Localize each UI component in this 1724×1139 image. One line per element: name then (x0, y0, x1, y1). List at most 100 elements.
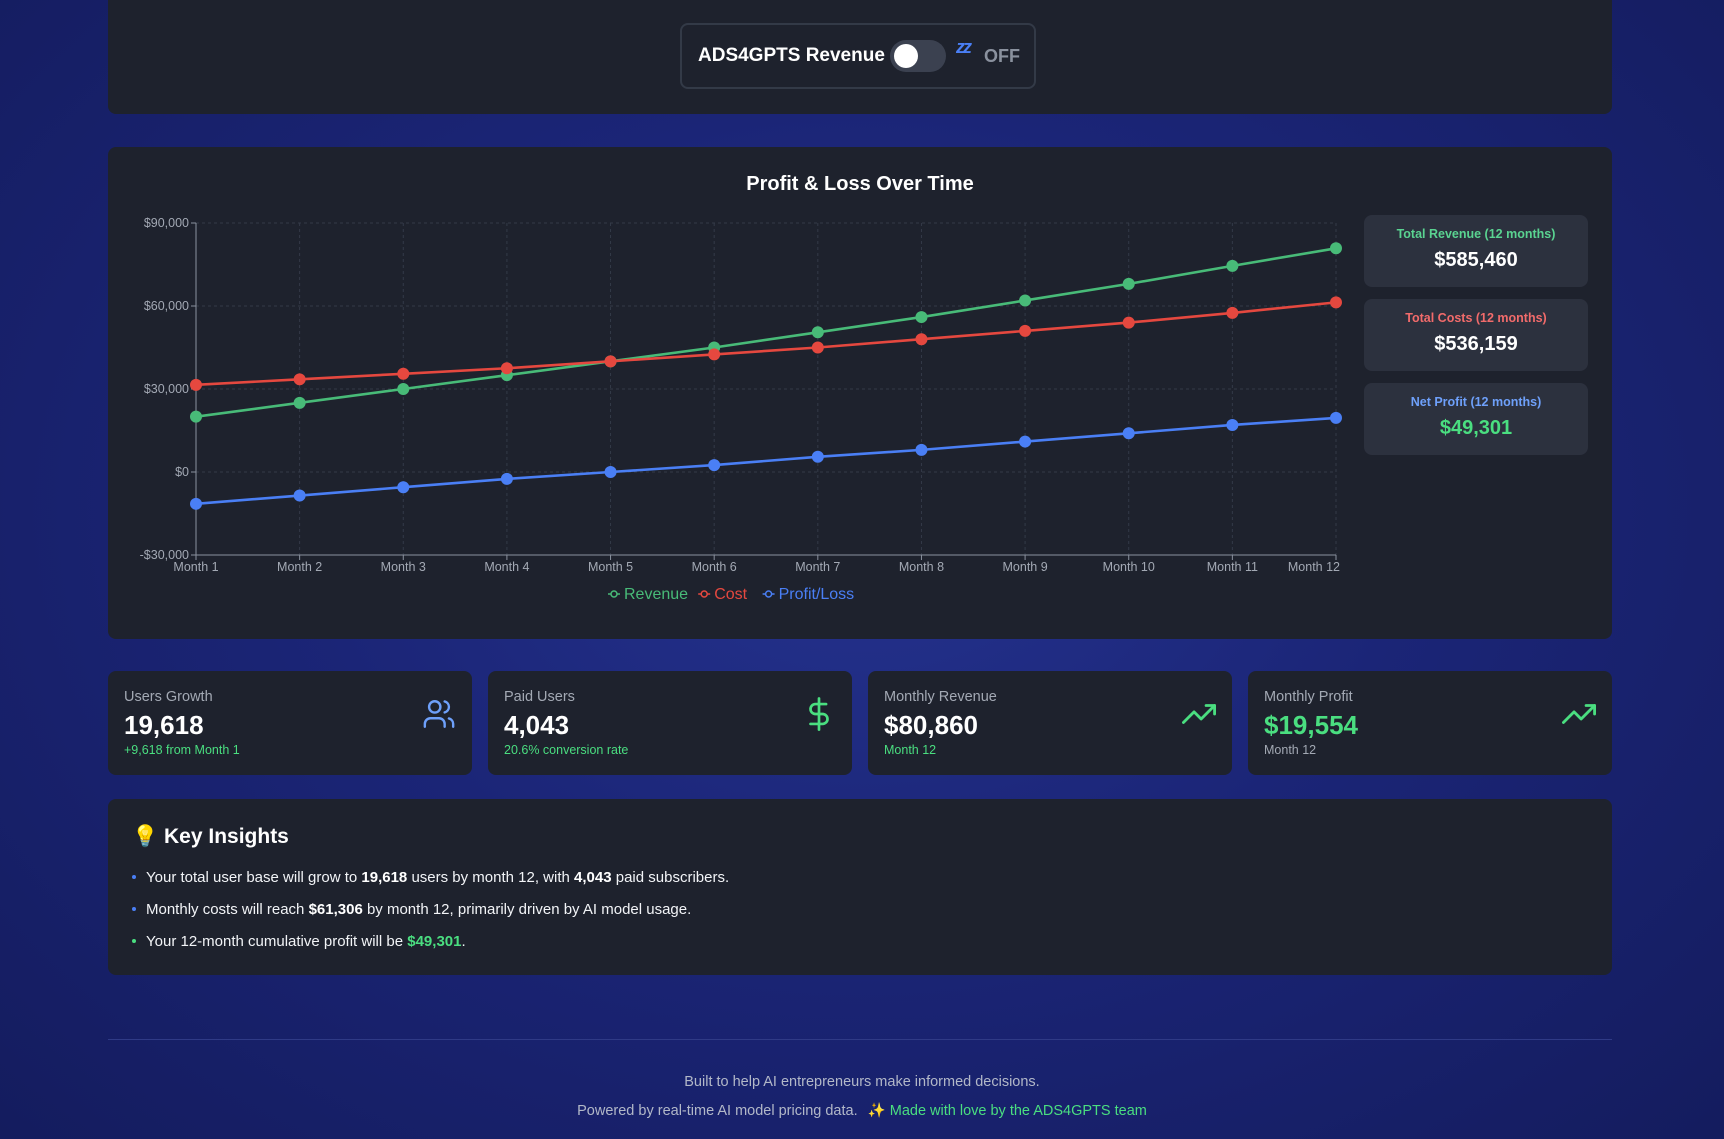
made-with-love-link[interactable]: Made with love by the ADS4GPTS team (890, 1103, 1147, 1119)
footer-credits: Powered by real-time AI model pricing da… (0, 1102, 1724, 1119)
insight-bullet (132, 907, 136, 912)
legend-label: Cost (714, 586, 747, 603)
ads4gpts-toggle-box: ADS4GPTS Revenue zz OFF (680, 23, 1036, 89)
insight-bullet (132, 875, 136, 880)
card-value: $80,860 (884, 710, 978, 740)
card-value: 19,618 (124, 710, 204, 740)
series-line (195, 301, 1337, 387)
sleep-icon: zz (956, 37, 972, 57)
data-point (915, 443, 928, 456)
data-point (915, 333, 928, 346)
profit-loss-chart-panel: Profit & Loss Over Time -$30,000 $0 $30,00… (108, 147, 1612, 639)
card-label: Paid Users (504, 689, 575, 705)
insight-text: users by month 12, with (407, 869, 575, 886)
dollar-icon (809, 697, 829, 731)
toggle-state-label: OFF (984, 46, 1020, 66)
x-tick-label: Month 3 (381, 560, 426, 574)
insight-text: by month 12, primarily driven by AI mode… (362, 901, 692, 918)
data-point (293, 373, 306, 386)
y-tick-label: $30,000 (144, 382, 189, 396)
data-point (708, 459, 721, 472)
revenue-toggle-panel: ADS4GPTS Revenue zz OFF (108, 0, 1612, 114)
summary-label: Total Revenue (12 months) (1396, 227, 1556, 241)
data-point (1122, 316, 1135, 329)
insight-item: Your 12-month cumulative profit will be … (132, 933, 466, 950)
data-point (500, 472, 513, 485)
trending-up-icon (1182, 704, 1216, 724)
insight-highlight: 4,043 (574, 869, 612, 886)
sparkle-icon: ✨ (867, 1103, 886, 1119)
insight-text: Your total user base will grow to (146, 869, 362, 886)
insights-title-text: Key Insights (164, 825, 289, 848)
card-subtext: +9,618 from Month 1 (124, 743, 240, 757)
data-point (190, 410, 202, 423)
x-tick-label: Month 7 (795, 560, 840, 574)
summary-label: Net Profit (12 months) (1410, 395, 1542, 409)
y-tick-label: $0 (175, 465, 189, 479)
insight-text: Your 12-month cumulative profit will be (146, 933, 408, 950)
x-tick-label: Month 8 (899, 560, 944, 574)
data-point (811, 326, 824, 339)
x-tick-label: Month 6 (692, 560, 737, 574)
data-point (811, 450, 824, 463)
summary-total-revenue: Total Revenue (12 months) $585,460 (1364, 215, 1588, 287)
summary-label: Total Costs (12 months) (1405, 311, 1547, 325)
data-point (500, 362, 513, 375)
series-line (195, 247, 1337, 418)
data-point (1122, 427, 1135, 440)
footer-divider (108, 1039, 1612, 1040)
insights-title: 💡 Key Insights (132, 825, 289, 849)
footer-tagline: Built to help AI entrepreneurs make info… (684, 1074, 1040, 1090)
toggle-title: ADS4GPTS Revenue (698, 45, 885, 66)
legend-swatch-dot (700, 590, 708, 598)
legend-label: Profit/Loss (779, 586, 855, 603)
summary-value: $536,159 (1434, 333, 1518, 355)
x-tick-label: Month 11 (1207, 560, 1258, 574)
key-insights-panel: 💡 Key Insights Your total user base will… (108, 799, 1612, 975)
card-value: 4,043 (504, 710, 570, 740)
paid-users-card: Paid Users 4,043 20.6% conversion rate (488, 671, 852, 775)
ads4gpts-revenue-switch[interactable] (890, 40, 946, 72)
users-growth-card: Users Growth 19,618 +9,618 from Month 1 (108, 671, 472, 775)
card-subtext: Month 12 (884, 743, 937, 757)
data-point (190, 497, 202, 510)
summary-total-costs: Total Costs (12 months) $536,159 (1364, 299, 1588, 371)
insight-highlight: $49,301 (407, 933, 462, 950)
data-point (190, 378, 202, 391)
x-tick-label: Month 10 (1103, 560, 1155, 574)
x-tick-label: Month 1 (173, 560, 218, 574)
users-icon (423, 700, 455, 728)
data-point (397, 367, 410, 380)
insight-highlight: 19,618 (361, 869, 408, 886)
summary-net-profit: Net Profit (12 months) $49,301 (1364, 383, 1588, 455)
insight-highlight: $61,306 (308, 901, 363, 918)
data-point (293, 489, 306, 502)
data-point (1226, 306, 1239, 319)
card-label: Users Growth (124, 689, 213, 705)
footer-pricing-text: Powered by real-time AI model pricing da… (577, 1103, 858, 1119)
insight-text: . (461, 933, 466, 950)
data-point (397, 383, 410, 395)
data-point (397, 481, 410, 494)
series-line (195, 416, 1337, 506)
data-point (1330, 296, 1342, 309)
data-point (604, 466, 617, 478)
data-point (604, 355, 617, 368)
data-point (708, 348, 721, 361)
card-subtext: 20.6% conversion rate (504, 743, 629, 757)
data-point (1330, 242, 1342, 255)
data-point (1122, 277, 1135, 290)
y-tick-label: $60,000 (144, 299, 189, 313)
y-tick-label: $90,000 (144, 216, 189, 230)
insight-item: Your total user base will grow to 19,618… (132, 869, 729, 886)
data-point (1226, 259, 1239, 272)
monthly-revenue-card: Monthly Revenue $80,860 Month 12 (868, 671, 1232, 775)
x-tick-label: Month 5 (588, 560, 633, 574)
card-label: Monthly Revenue (884, 689, 997, 705)
insight-item: Monthly costs will reach $61,306 by mont… (132, 901, 691, 918)
x-tick-label: Month 12 (1288, 560, 1340, 574)
trending-up-icon (1562, 704, 1596, 724)
data-point (1330, 411, 1342, 424)
switch-knob (894, 44, 918, 68)
data-point (1019, 324, 1032, 337)
